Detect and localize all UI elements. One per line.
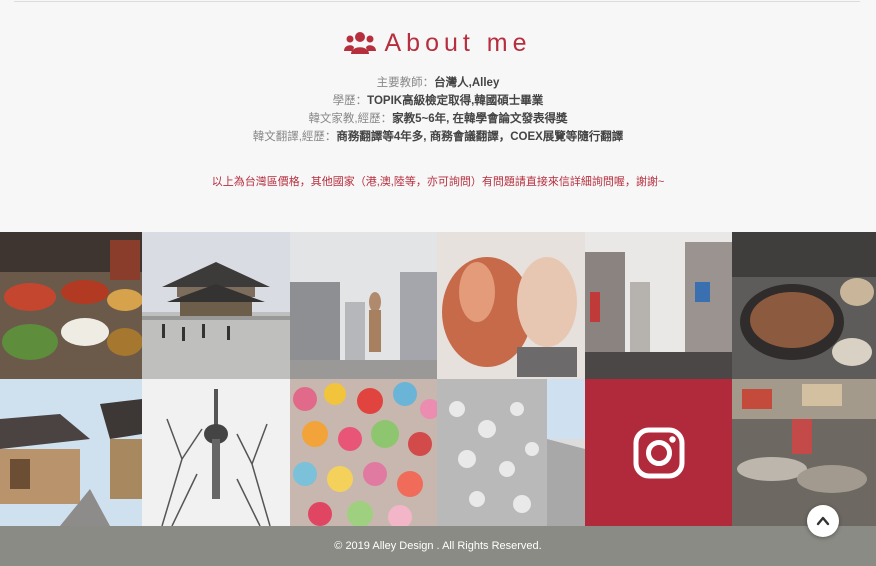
gallery-photo-myeongdong[interactable] <box>585 232 732 379</box>
translate-label: 韓文翻譯,經歷： <box>252 131 337 143</box>
teacher-info: 主要教師：台灣人,Alley 學歷：TOPIK高級檢定取得,韓國碩士畢業 韓文家… <box>0 74 876 146</box>
users-icon <box>344 30 377 56</box>
copyright-text: © 2019 Alley Design . All Rights Reserve… <box>334 540 542 552</box>
back-to-top-button[interactable] <box>807 505 839 537</box>
pricing-notice: 以上為台灣區價格，其他國家（港,澳,陸等，亦可詢問）有問題請直接來信詳細詢問喔，… <box>211 176 665 188</box>
gallery-photo-lobster[interactable] <box>437 232 585 379</box>
tutor-value: 家教5~6年, 在韓學會論文發表得獎 <box>392 113 568 125</box>
teacher-label: 主要教師： <box>376 77 435 89</box>
teacher-value: 台灣人,Alley <box>434 77 500 89</box>
education-value: TOPIK高級檢定取得,韓國碩士畢業 <box>367 95 544 107</box>
gallery-photo-love-locks[interactable] <box>290 379 437 526</box>
footer: © 2019 Alley Design . All Rights Reserve… <box>0 526 876 566</box>
photo-gallery <box>0 232 876 526</box>
gallery-photo-ddp-statue[interactable] <box>290 232 437 379</box>
instagram-tile[interactable] <box>585 379 732 526</box>
translate-row: 韓文翻譯,經歷：商務翻譯等4年多, 商務會議翻譯，COEX展覽等隨行翻譯 <box>0 128 876 146</box>
top-divider <box>14 1 860 2</box>
gallery-photo-market-food[interactable] <box>0 232 142 379</box>
gallery-photo-korean-bbq[interactable] <box>732 232 876 379</box>
chevron-up-icon <box>816 516 830 526</box>
gallery-photo-street-food[interactable] <box>732 379 876 526</box>
gallery-photo-namsan-tower[interactable] <box>142 379 290 526</box>
translate-value: 商務翻譯等4年多, 商務會議翻譯，COEX展覽等隨行翻譯 <box>336 131 624 143</box>
teacher-row: 主要教師：台灣人,Alley <box>0 74 876 92</box>
gallery-photo-palace[interactable] <box>142 232 290 379</box>
about-heading: About me <box>0 26 876 60</box>
tutor-row: 韓文家教,經歷：家教5~6年, 在韓學會論文發表得獎 <box>0 110 876 128</box>
gallery-photo-hanok-village[interactable] <box>0 379 142 526</box>
education-label: 學歷： <box>332 95 368 107</box>
instagram-icon <box>633 427 684 478</box>
tutor-label: 韓文家教,經歷： <box>308 113 393 125</box>
about-title: About me <box>384 28 532 57</box>
education-row: 學歷：TOPIK高級檢定取得,韓國碩士畢業 <box>0 92 876 110</box>
gallery-photo-wall-sculpture[interactable] <box>437 379 585 526</box>
